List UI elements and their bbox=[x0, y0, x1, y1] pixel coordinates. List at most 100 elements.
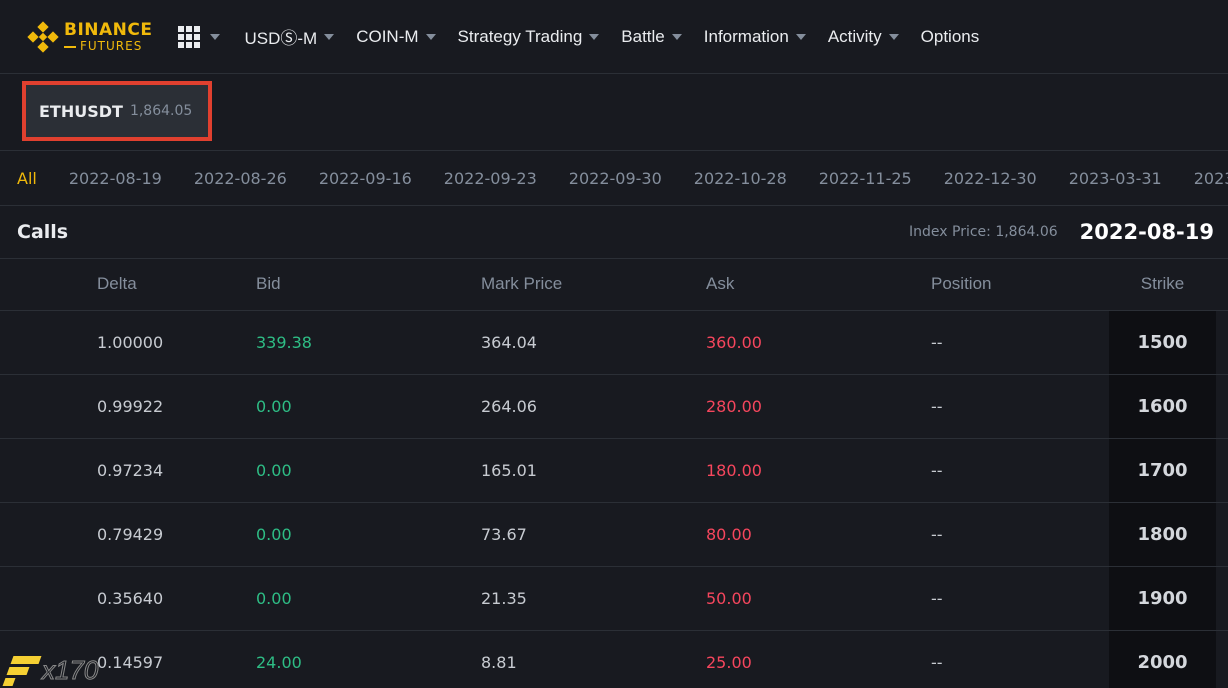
mark-price-cell: 364.04 bbox=[481, 310, 706, 375]
strike-cell: 1500 bbox=[1109, 310, 1216, 375]
position-cell: -- bbox=[931, 438, 1109, 503]
column-header-position: Position bbox=[931, 259, 1109, 311]
ask-cell[interactable]: 50.00 bbox=[706, 566, 931, 631]
symbol-bar: ETHUSDT 1,864.05 bbox=[0, 74, 1228, 151]
position-cell: -- bbox=[931, 630, 1109, 688]
mark-price-cell: 264.06 bbox=[481, 374, 706, 439]
column-header-ask: Ask bbox=[706, 259, 931, 311]
table-row[interactable]: 0.14597 24.00 8.81 25.00 -- 2000 bbox=[0, 630, 1228, 688]
bid-cell[interactable]: 24.00 bbox=[256, 630, 481, 688]
caret-down-icon bbox=[210, 33, 221, 40]
nav-usds-m[interactable]: USDⓈ-M bbox=[244, 24, 335, 49]
nav-battle[interactable]: Battle bbox=[621, 26, 682, 47]
symbol-selector[interactable]: ETHUSDT 1,864.05 bbox=[22, 81, 212, 141]
strike-cell: 1700 bbox=[1109, 438, 1216, 503]
calls-title: Calls bbox=[17, 221, 69, 243]
nav-label: Battle bbox=[621, 26, 665, 46]
delta-cell: 1.00000 bbox=[97, 310, 256, 375]
index-price: Index Price: 1,864.06 bbox=[909, 224, 1058, 240]
watermark-logo-icon bbox=[2, 654, 42, 686]
delta-cell: 0.14597 bbox=[97, 630, 256, 688]
delta-cell: 0.79429 bbox=[97, 502, 256, 567]
binance-logo-icon bbox=[27, 20, 59, 53]
mark-price-cell: 8.81 bbox=[481, 630, 706, 688]
bid-cell[interactable]: 0.00 bbox=[256, 374, 481, 439]
table-header-row: Delta Bid Mark Price Ask Position Strike bbox=[0, 259, 1228, 311]
caret-down-icon bbox=[425, 33, 436, 40]
binance-futures-logo[interactable]: BINANCE FUTURES bbox=[27, 19, 153, 53]
tab-expiry[interactable]: 2023-03-31 bbox=[1069, 169, 1162, 188]
expiry-date: 2022-08-19 bbox=[1079, 220, 1214, 244]
delta-cell: 0.35640 bbox=[97, 566, 256, 631]
expiry-date-tabs: All 2022-08-19 2022-08-26 2022-09-16 202… bbox=[0, 151, 1228, 206]
logo-text-binance: BINANCE bbox=[64, 19, 153, 40]
column-header-bid: Bid bbox=[256, 259, 481, 311]
nav-activity[interactable]: Activity bbox=[828, 27, 899, 47]
nav-label: Information bbox=[703, 26, 789, 46]
bid-cell[interactable]: 0.00 bbox=[256, 438, 481, 503]
apps-menu-button[interactable] bbox=[178, 25, 221, 48]
nav-coin-m[interactable]: COIN-M bbox=[356, 26, 436, 47]
calls-header: Calls Index Price: 1,864.06 2022-08-19 bbox=[0, 206, 1228, 259]
strike-cell: 1600 bbox=[1109, 374, 1216, 439]
nav-label: Strategy Trading bbox=[457, 26, 583, 46]
caret-down-icon bbox=[589, 33, 600, 40]
nav-options[interactable]: Options bbox=[921, 27, 980, 47]
nav-information[interactable]: Information bbox=[704, 27, 806, 47]
nav-strategy-trading[interactable]: Strategy Trading bbox=[458, 27, 600, 47]
strike-cell: 1900 bbox=[1109, 566, 1216, 631]
caret-down-icon bbox=[671, 33, 682, 40]
ask-cell[interactable]: 280.00 bbox=[706, 374, 931, 439]
table-row[interactable]: 1.00000 339.38 364.04 360.00 -- 1500 bbox=[0, 310, 1228, 375]
bid-cell[interactable]: 0.00 bbox=[256, 502, 481, 567]
tab-expiry[interactable]: 2022-09-23 bbox=[444, 169, 537, 188]
bid-cell[interactable]: 339.38 bbox=[256, 310, 481, 375]
ask-cell[interactable]: 180.00 bbox=[706, 438, 931, 503]
symbol-price: 1,864.05 bbox=[129, 103, 193, 119]
bid-cell[interactable]: 0.00 bbox=[256, 566, 481, 631]
nav-label: Activity bbox=[827, 26, 882, 46]
ask-cell[interactable]: 25.00 bbox=[706, 630, 931, 688]
tab-expiry[interactable]: 2022-08-19 bbox=[69, 169, 162, 188]
symbol-name: ETHUSDT bbox=[39, 101, 123, 121]
watermark-text: x170 bbox=[41, 654, 99, 685]
column-header-strike: Strike bbox=[1109, 259, 1216, 311]
tab-all[interactable]: All bbox=[17, 169, 37, 188]
top-navigation: BINANCE FUTURES USDⓈ-M COIN-M Strategy T… bbox=[0, 0, 1228, 74]
caret-down-icon bbox=[888, 33, 899, 40]
position-cell: -- bbox=[931, 502, 1109, 567]
position-cell: -- bbox=[931, 566, 1109, 631]
grid-icon bbox=[178, 25, 201, 48]
table-row[interactable]: 0.99922 0.00 264.06 280.00 -- 1600 bbox=[0, 374, 1228, 439]
tab-expiry[interactable]: 2022-11-25 bbox=[819, 169, 912, 188]
strike-cell: 2000 bbox=[1109, 630, 1216, 688]
nav-label: COIN-M bbox=[356, 26, 419, 46]
tab-expiry[interactable]: 2022-09-16 bbox=[319, 169, 412, 188]
table-row[interactable]: 0.97234 0.00 165.01 180.00 -- 1700 bbox=[0, 438, 1228, 503]
delta-cell: 0.97234 bbox=[97, 438, 256, 503]
position-cell: -- bbox=[931, 374, 1109, 439]
caret-down-icon bbox=[324, 33, 335, 40]
tab-expiry[interactable]: 2022-12-30 bbox=[944, 169, 1037, 188]
ask-cell[interactable]: 80.00 bbox=[706, 502, 931, 567]
options-chain-table: Delta Bid Mark Price Ask Position Strike… bbox=[0, 259, 1228, 688]
caret-down-icon bbox=[795, 33, 806, 40]
column-header-mark-price: Mark Price bbox=[481, 259, 706, 311]
ask-cell[interactable]: 360.00 bbox=[706, 310, 931, 375]
mark-price-cell: 165.01 bbox=[481, 438, 706, 503]
tab-expiry[interactable]: 2022-10-28 bbox=[694, 169, 787, 188]
tab-expiry[interactable]: 2022-09-30 bbox=[569, 169, 662, 188]
position-cell: -- bbox=[931, 310, 1109, 375]
delta-cell: 0.99922 bbox=[97, 374, 256, 439]
watermark: x170 bbox=[2, 654, 99, 686]
mark-price-cell: 21.35 bbox=[481, 566, 706, 631]
tab-expiry[interactable]: 2022-08-26 bbox=[194, 169, 287, 188]
table-row[interactable]: 0.35640 0.00 21.35 50.00 -- 1900 bbox=[0, 566, 1228, 631]
logo-text-futures: FUTURES bbox=[64, 40, 152, 52]
table-row[interactable]: 0.79429 0.00 73.67 80.00 -- 1800 bbox=[0, 502, 1228, 567]
strike-cell: 1800 bbox=[1109, 502, 1216, 567]
nav-label: Options bbox=[920, 26, 980, 46]
tab-expiry[interactable]: 2023-06-30 bbox=[1194, 169, 1228, 188]
column-header-delta: Delta bbox=[97, 259, 256, 311]
mark-price-cell: 73.67 bbox=[481, 502, 706, 567]
